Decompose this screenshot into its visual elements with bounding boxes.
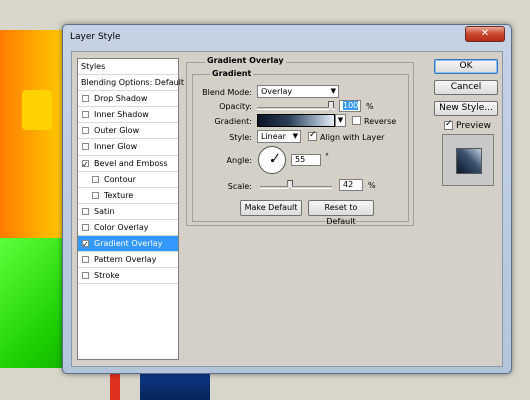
angle-dial[interactable] bbox=[258, 146, 286, 174]
gradient-picker-button[interactable]: ▼ bbox=[335, 114, 346, 127]
styles-list-item[interactable]: Inner Shadow bbox=[78, 107, 178, 124]
styles-list-item[interactable]: Contour bbox=[78, 172, 178, 188]
angle-center-dot bbox=[271, 159, 274, 162]
preview-label: Preview bbox=[456, 121, 492, 131]
scale-slider[interactable] bbox=[260, 186, 332, 189]
dialog-body: Styles Blending Options: Default Drop Shad… bbox=[71, 51, 503, 367]
style-checkbox[interactable] bbox=[82, 207, 89, 215]
ok-button[interactable]: OK bbox=[434, 59, 498, 74]
styles-list-item[interactable]: Gradient Overlay bbox=[78, 236, 178, 253]
style-checkbox[interactable] bbox=[82, 143, 89, 151]
angle-input[interactable]: 55 bbox=[291, 154, 321, 166]
new-style-label: New Style... bbox=[439, 103, 493, 113]
close-button[interactable]: ✕ bbox=[465, 26, 505, 42]
styles-list-item[interactable]: Satin bbox=[78, 204, 178, 220]
styles-list-item-label: Contour bbox=[104, 174, 136, 184]
style-checkbox[interactable] bbox=[92, 175, 99, 183]
styles-list-item-label: Color Overlay bbox=[94, 222, 149, 232]
styles-list-item-label: Drop Shadow bbox=[94, 94, 148, 104]
styles-list-item-label: Satin bbox=[94, 206, 115, 216]
align-with-layer-checkbox[interactable] bbox=[308, 130, 317, 141]
group-title: Gradient bbox=[210, 69, 254, 78]
degree-symbol: ° bbox=[325, 152, 329, 161]
opacity-value: 100 bbox=[343, 101, 359, 110]
styles-list-item[interactable]: Texture bbox=[78, 188, 178, 204]
reverse-checkbox[interactable] bbox=[352, 116, 361, 125]
styles-list-item-label: Inner Glow bbox=[94, 142, 138, 152]
close-icon: ✕ bbox=[480, 28, 490, 39]
gradient-label: Gradient: bbox=[214, 117, 252, 126]
opacity-percent: % bbox=[366, 102, 374, 111]
gradient-swatch[interactable] bbox=[257, 114, 335, 127]
style-checkbox[interactable] bbox=[82, 272, 89, 280]
styles-list-item[interactable]: Color Overlay bbox=[78, 220, 178, 237]
style-checkbox[interactable] bbox=[82, 223, 89, 231]
blend-mode-label: Blend Mode: bbox=[202, 88, 252, 97]
make-default-label: Make Default bbox=[244, 203, 298, 212]
styles-list-item[interactable]: Stroke bbox=[78, 268, 178, 285]
blend-mode-select[interactable]: Overlay ▼ bbox=[257, 85, 339, 98]
reverse-label: Reverse bbox=[364, 117, 397, 126]
opacity-input[interactable]: 100 bbox=[339, 100, 361, 112]
styles-list-item[interactable]: Outer Glow bbox=[78, 123, 178, 140]
styles-list-item[interactable]: Styles bbox=[78, 59, 178, 76]
cancel-button[interactable]: Cancel bbox=[434, 80, 498, 95]
styles-list-item[interactable]: Pattern Overlay bbox=[78, 252, 178, 269]
angle-label: Angle: bbox=[226, 156, 252, 165]
scale-label: Scale: bbox=[227, 182, 252, 191]
styles-list-item-label: Outer Glow bbox=[94, 126, 140, 136]
styles-list-item-label: Bevel and Emboss bbox=[94, 158, 168, 168]
scale-value: 42 bbox=[343, 180, 354, 189]
cancel-label: Cancel bbox=[450, 82, 482, 92]
chevron-down-icon: ▼ bbox=[337, 116, 344, 124]
align-with-layer-label: Align with Layer bbox=[320, 133, 385, 142]
new-style-button[interactable]: New Style... bbox=[434, 101, 498, 116]
style-checkbox[interactable] bbox=[82, 256, 89, 264]
background-blue-shape bbox=[140, 372, 210, 400]
style-checkbox[interactable] bbox=[82, 95, 89, 103]
style-value: Linear bbox=[261, 132, 286, 141]
angle-value: 55 bbox=[295, 155, 306, 164]
styles-list-item[interactable]: Blending Options: Default bbox=[78, 75, 184, 92]
styles-list-item-label: Inner Shadow bbox=[94, 110, 149, 120]
style-checkbox[interactable] bbox=[82, 157, 89, 172]
styles-list-item-label: Texture bbox=[104, 190, 134, 200]
styles-list-item-label: Pattern Overlay bbox=[94, 255, 157, 265]
styles-list-item-label: Styles bbox=[81, 62, 106, 71]
styles-list-item[interactable]: Inner Glow bbox=[78, 139, 178, 156]
style-label: Style: bbox=[229, 133, 252, 142]
opacity-slider[interactable] bbox=[257, 107, 335, 110]
titlebar[interactable]: Layer Style ✕ bbox=[63, 25, 511, 49]
preview-swatch bbox=[456, 148, 482, 174]
styles-list-item[interactable]: Drop Shadow bbox=[78, 91, 178, 108]
chevron-down-icon: ▼ bbox=[292, 132, 298, 140]
section-title: Gradient Overlay bbox=[205, 56, 286, 65]
blend-mode-value: Overlay bbox=[261, 87, 293, 96]
style-preview bbox=[442, 134, 494, 186]
window-title: Layer Style bbox=[70, 32, 121, 42]
layer-style-dialog: Layer Style ✕ Styles Blending Options: De… bbox=[62, 24, 512, 374]
scale-percent: % bbox=[368, 181, 376, 190]
scale-input[interactable]: 42 bbox=[339, 179, 363, 191]
make-default-button[interactable]: Make Default bbox=[240, 200, 302, 216]
chevron-down-icon: ▼ bbox=[330, 87, 336, 95]
background-orange-shape bbox=[0, 30, 70, 240]
style-select[interactable]: Linear ▼ bbox=[257, 130, 301, 143]
ok-label: OK bbox=[459, 61, 473, 71]
background-yellow-shape bbox=[22, 90, 52, 130]
style-checkbox[interactable] bbox=[82, 111, 89, 119]
style-checkbox[interactable] bbox=[92, 191, 99, 199]
styles-list: Styles Blending Options: Default Drop Shad… bbox=[77, 58, 184, 360]
reset-to-default-label: Reset to Default bbox=[324, 203, 358, 226]
styles-list-item[interactable]: Bevel and Emboss bbox=[78, 156, 178, 172]
preview-checkbox[interactable] bbox=[444, 119, 453, 130]
reset-to-default-button[interactable]: Reset to Default bbox=[308, 200, 374, 226]
styles-list-item-label: Stroke bbox=[94, 271, 120, 281]
styles-list-item-label: Blending Options: Default bbox=[81, 78, 185, 88]
style-checkbox[interactable] bbox=[82, 237, 89, 252]
style-checkbox[interactable] bbox=[82, 127, 89, 135]
styles-list-item-label: Gradient Overlay bbox=[94, 239, 163, 249]
opacity-label: Opacity: bbox=[219, 102, 252, 111]
